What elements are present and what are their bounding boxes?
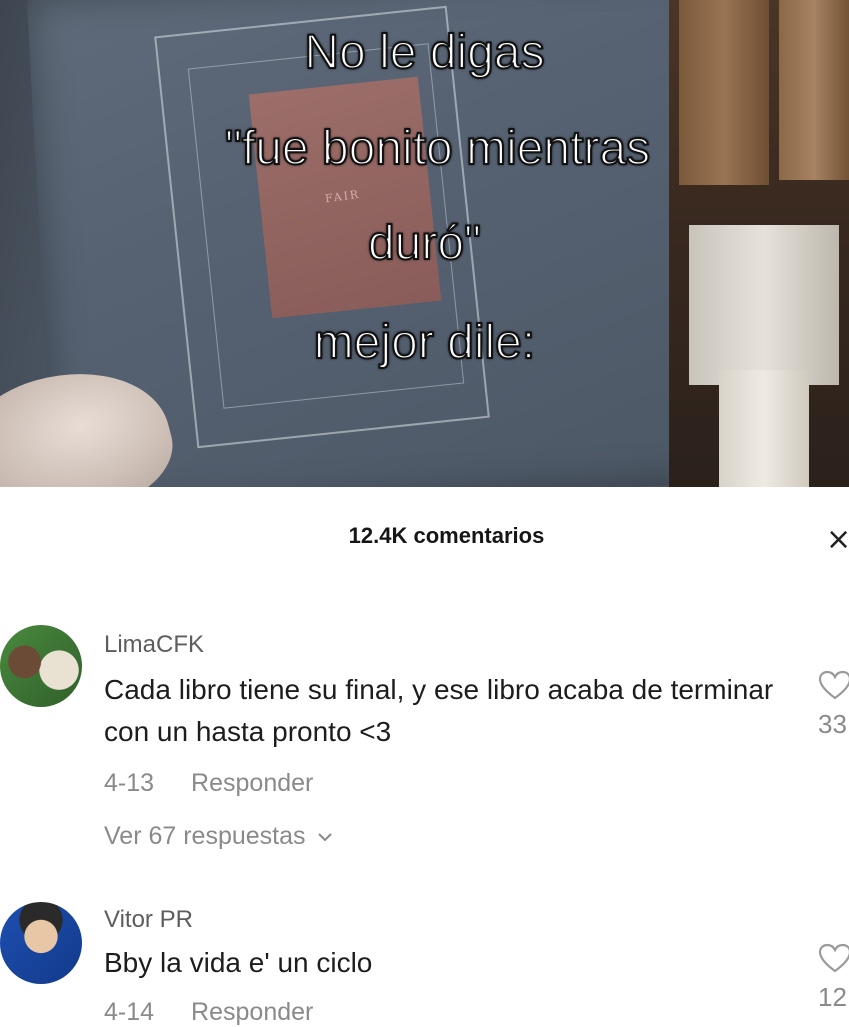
video-caption-line: No le digas: [303, 26, 545, 79]
comment-meta: 4-14 Responder: [104, 998, 313, 1027]
video-caption-line: mejor dile:: [313, 316, 536, 369]
comment-meta: 4-13 Responder: [104, 769, 313, 798]
video-caption-line: duró": [367, 217, 482, 270]
video-player[interactable]: FAIR No le digas "fue bonito mientras du…: [0, 0, 849, 487]
reply-button[interactable]: Responder: [191, 998, 313, 1026]
comment-username[interactable]: Vitor PR: [104, 906, 193, 934]
comment-text: Cada libro tiene su final, y ese libro a…: [104, 674, 774, 747]
close-icon[interactable]: ×: [826, 525, 849, 555]
comment-text: Bby la vida e' un ciclo: [104, 947, 373, 978]
video-caption-line: "fue bonito mientras: [224, 122, 651, 175]
chevron-down-icon: [317, 829, 332, 847]
like-count: 33: [818, 709, 847, 739]
like-button[interactable]: 12: [818, 942, 849, 1013]
heart-icon: [818, 670, 849, 700]
heart-icon: [818, 943, 849, 973]
comment-date: 4-13: [104, 769, 155, 797]
view-replies-button[interactable]: Ver 67 respuestas: [104, 822, 332, 851]
avatar[interactable]: [0, 902, 82, 984]
view-replies-label: Ver 67 respuestas: [104, 822, 306, 850]
shelf-book: [719, 370, 809, 487]
comments-count-title: 12.4K comentarios: [348, 523, 545, 548]
comments-panel: 12.4K comentarios × LimaCFK Cada libro t…: [0, 487, 849, 1027]
avatar[interactable]: [0, 625, 82, 707]
reply-button[interactable]: Responder: [191, 769, 313, 797]
comment-username[interactable]: LimaCFK: [104, 631, 204, 659]
like-button[interactable]: 33: [818, 669, 849, 740]
comment-date: 4-14: [104, 998, 155, 1026]
like-count: 12: [818, 982, 847, 1012]
